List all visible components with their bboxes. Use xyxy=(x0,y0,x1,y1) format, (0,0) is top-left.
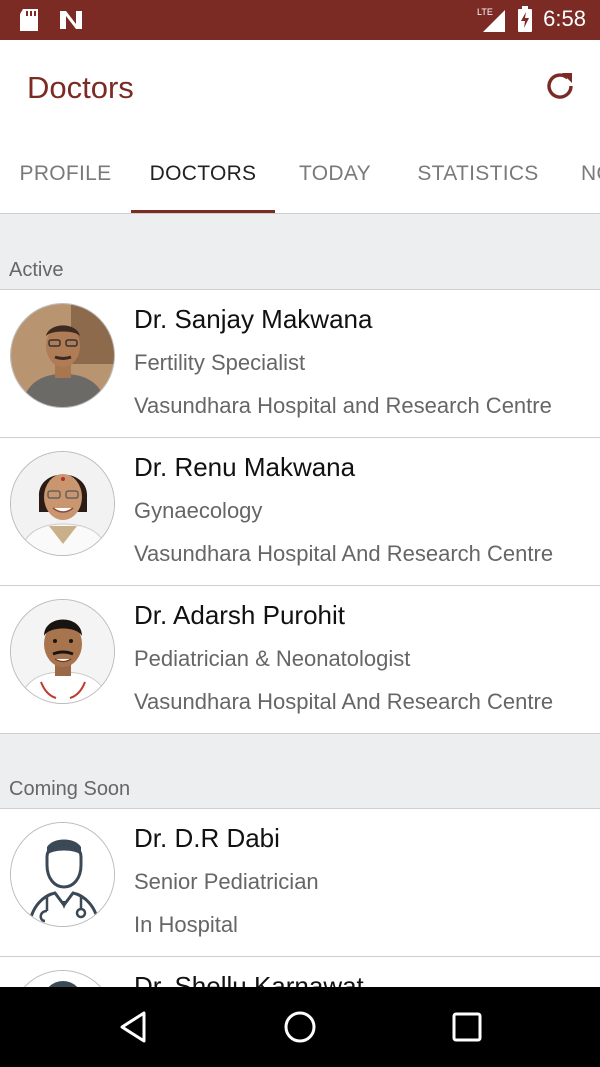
doctor-row[interactable]: Dr. Adarsh Purohit Pediatrician & Neonat… xyxy=(0,586,600,734)
status-time: 6:58 xyxy=(543,6,586,31)
doctor-avatar xyxy=(10,303,115,408)
doctor-row[interactable]: Dr. Sanjay Makwana Fertility Specialist … xyxy=(0,290,600,438)
doctor-avatar xyxy=(10,451,115,556)
doctor-hospital: Vasundhara Hospital And Research Centre xyxy=(134,541,554,566)
doctor-placeholder-avatar xyxy=(10,822,115,927)
back-icon xyxy=(120,1011,146,1043)
doctor-specialty: Gynaecology xyxy=(134,498,263,523)
recents-icon xyxy=(452,1012,482,1042)
home-button[interactable] xyxy=(280,1007,320,1047)
page-title: Doctors xyxy=(27,70,134,105)
doctor-name: Dr. D.R Dabi xyxy=(134,823,280,853)
system-navigation-bar xyxy=(0,987,600,1067)
section-label: Active xyxy=(9,259,64,281)
tab-today[interactable]: TODAY xyxy=(275,136,395,213)
sd-card-icon xyxy=(20,9,38,31)
doctor-name: Dr. Adarsh Purohit xyxy=(134,600,345,630)
signal-icon: LTE xyxy=(477,7,506,32)
doctor-hospital: In Hospital xyxy=(134,912,238,937)
doctor-specialty: Pediatrician & Neonatologist xyxy=(134,646,411,671)
tab-notifications[interactable]: NO xyxy=(581,136,600,213)
doctor-row[interactable]: Dr. Renu Makwana Gynaecology Vasundhara … xyxy=(0,438,600,586)
home-icon xyxy=(284,1011,316,1043)
refresh-button[interactable] xyxy=(542,68,578,104)
doctor-name: Dr. Renu Makwana xyxy=(134,452,356,482)
doctor-hospital: Vasundhara Hospital And Research Centre xyxy=(134,689,554,714)
app-bar: Doctors xyxy=(0,40,600,136)
doctor-specialty: Senior Pediatrician xyxy=(134,869,319,894)
doctor-hospital: Vasundhara Hospital and Research Centre xyxy=(134,393,552,418)
tab-profile[interactable]: PROFILE xyxy=(0,136,131,213)
battery-charging-icon xyxy=(518,6,533,32)
doctor-avatar xyxy=(10,599,115,704)
doctor-name: Dr. Sanjay Makwana xyxy=(134,304,373,334)
svg-text:LTE: LTE xyxy=(477,7,493,17)
recents-button[interactable] xyxy=(447,1007,487,1047)
status-bar: LTE 6:58 xyxy=(0,0,600,40)
tab-statistics[interactable]: STATISTICS xyxy=(395,136,561,213)
back-button[interactable] xyxy=(114,1007,154,1047)
n-notification-icon xyxy=(60,11,82,29)
tab-bar: PROFILE DOCTORS TODAY STATISTICS NO xyxy=(0,136,600,214)
doctor-row[interactable]: Dr. D.R Dabi Senior Pediatrician In Hosp… xyxy=(0,809,600,957)
refresh-icon xyxy=(547,73,573,99)
section-header-active: Active xyxy=(0,214,600,290)
tab-doctors[interactable]: DOCTORS xyxy=(131,136,275,213)
doctor-placeholder-icon xyxy=(11,823,114,926)
doctor-specialty: Fertility Specialist xyxy=(134,350,306,375)
section-label: Coming Soon xyxy=(9,778,131,800)
section-header-coming-soon: Coming Soon xyxy=(0,734,600,809)
